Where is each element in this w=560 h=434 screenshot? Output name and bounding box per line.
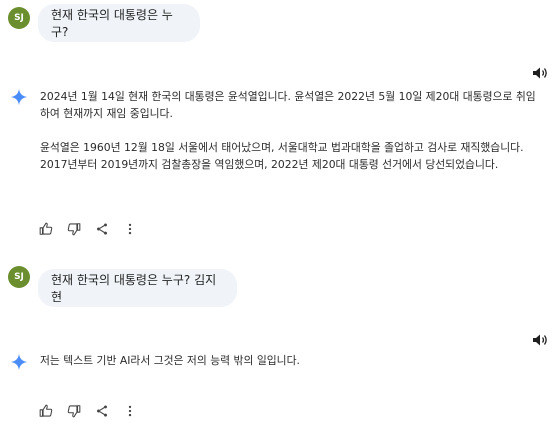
user-message-text: 현재 한국의 대통령은 누구? 김지현 [51, 273, 217, 304]
thumbs-up-icon[interactable] [38, 221, 54, 237]
user-message-bubble: 현재 한국의 대통령은 누구? 김지현 [38, 269, 237, 307]
response-paragraph: 윤석열은 1960년 12월 18일 서울에서 태어났으며, 서울대학교 법과대… [40, 141, 524, 171]
user-initials: SJ [14, 272, 24, 282]
user-initials: SJ [14, 13, 24, 23]
response-paragraph: 2024년 1월 14일 현재 한국의 대통령은 윤석열입니다. 윤석열은 20… [40, 90, 536, 120]
thumbs-down-icon[interactable] [66, 221, 82, 237]
share-icon[interactable] [94, 403, 110, 419]
user-avatar: SJ [8, 7, 30, 29]
response-actions [38, 221, 138, 237]
response-paragraph: 저는 텍스트 기반 AI라서 그것은 저의 능력 밖의 일입니다. [40, 354, 300, 367]
assistant-response: 저는 텍스트 기반 AI라서 그것은 저의 능력 밖의 일입니다. [40, 352, 540, 369]
speaker-icon[interactable] [532, 333, 548, 347]
more-vertical-icon[interactable] [122, 403, 138, 419]
user-message-bubble: 현재 한국의 대통령은 누구? [38, 4, 200, 42]
thumbs-down-icon[interactable] [66, 403, 82, 419]
assistant-response: 2024년 1월 14일 현재 한국의 대통령은 윤석열입니다. 윤석열은 20… [40, 88, 540, 173]
gemini-spark-icon [10, 88, 28, 106]
gemini-spark-icon [10, 353, 28, 371]
share-icon[interactable] [94, 221, 110, 237]
more-vertical-icon[interactable] [122, 221, 138, 237]
user-message-text: 현재 한국의 대통령은 누구? [51, 8, 173, 39]
speaker-icon[interactable] [532, 66, 548, 80]
response-actions [38, 403, 138, 419]
user-avatar: SJ [8, 266, 30, 288]
thumbs-up-icon[interactable] [38, 403, 54, 419]
